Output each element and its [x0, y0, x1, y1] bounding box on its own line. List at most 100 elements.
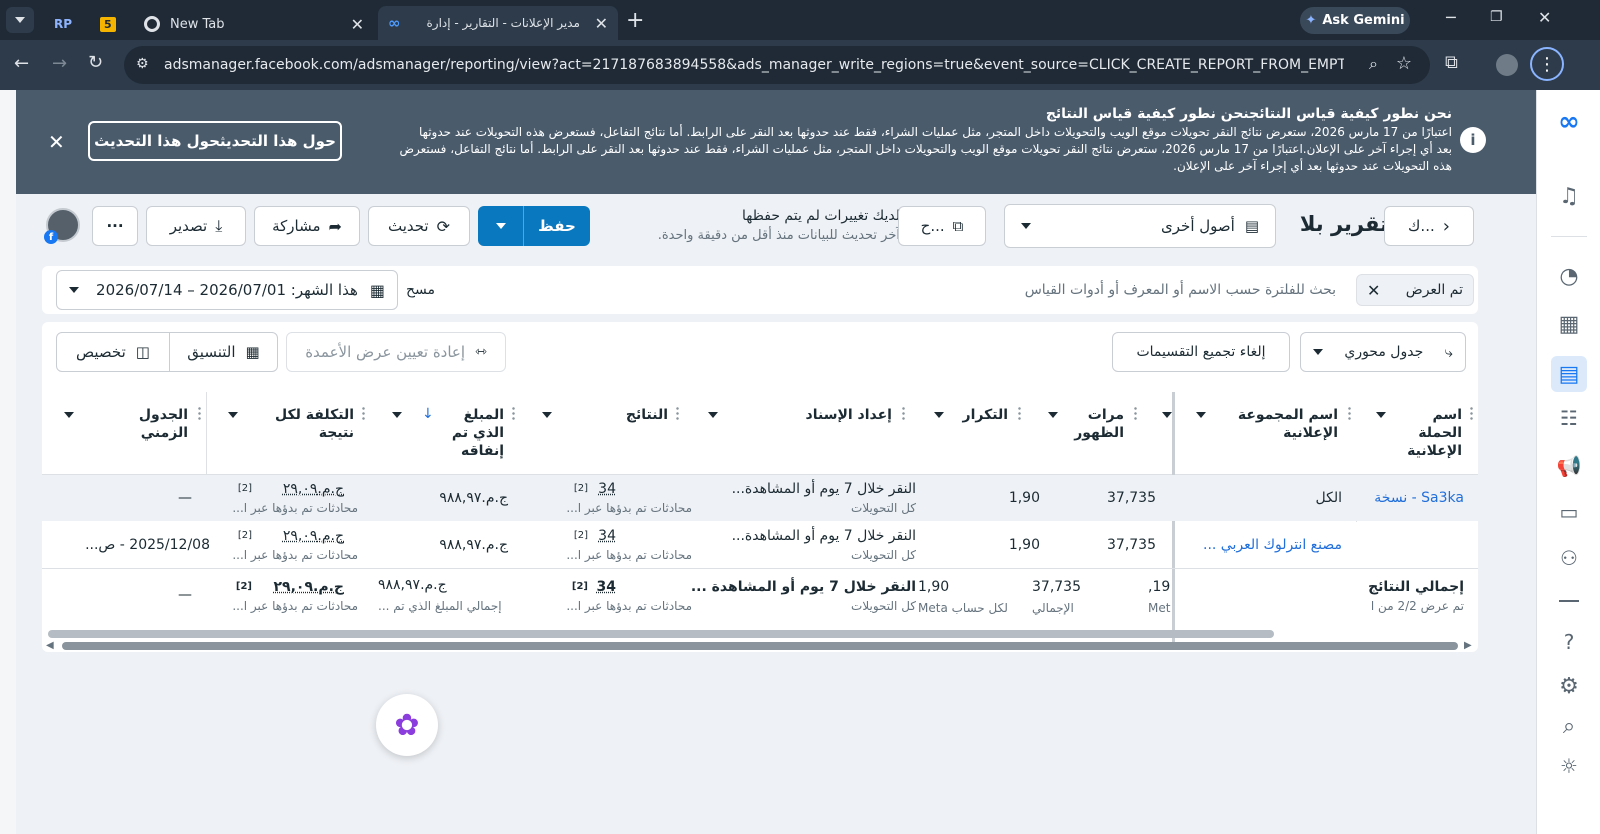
filter-chip-delivered[interactable]: ✕ تم العرض: [1356, 274, 1474, 306]
back-to-reports-button[interactable]: ك... ›: [1384, 206, 1474, 246]
column-header-results[interactable]: النتائج: [602, 406, 668, 424]
date-range-picker[interactable]: هذا الشهر: 2026/07/01 – 2026/07/14 ▦: [56, 270, 398, 310]
menu-kebab-icon[interactable]: ⋮: [1530, 47, 1564, 81]
column-header-campaign-name[interactable]: اسم الحملة الإعلانية: [1404, 406, 1462, 460]
more-button[interactable]: ···: [92, 206, 138, 246]
results-value[interactable]: 34: [598, 528, 616, 544]
tab-rp[interactable]: RP: [44, 8, 82, 40]
ask-gemini-button[interactable]: ✦ Ask Gemini: [1300, 7, 1410, 34]
pivot-table-dropdown[interactable]: جدول محوري ⤷: [1300, 332, 1466, 372]
url-bar[interactable]: ⚙ adsmanager.facebook.com/adsmanager/rep…: [124, 46, 1430, 84]
column-resize-handle[interactable]: [676, 406, 679, 422]
customize-button[interactable]: تخصيص ◫: [56, 332, 170, 372]
column-resize-handle[interactable]: [1134, 406, 1137, 422]
column-header-frequency[interactable]: التكرار: [952, 406, 1008, 424]
minimize-icon[interactable]: ─: [1446, 8, 1456, 27]
report-title[interactable]: تقرير بلا: [1278, 212, 1388, 236]
about-update-button[interactable]: حول هذا التحديثحول هذا التحديث: [88, 121, 342, 161]
reports-icon[interactable]: ▤: [1551, 356, 1587, 392]
close-icon[interactable]: ✕: [351, 15, 364, 34]
cost-per-result-total[interactable]: ج.م.٢٩,٠٩: [274, 579, 345, 595]
tab-search-button[interactable]: [6, 7, 34, 33]
column-resize-handle[interactable]: [1470, 406, 1473, 422]
column-resize-handle[interactable]: [902, 406, 905, 422]
cost-per-result-value[interactable]: ج.م.٢٩,٠٩: [283, 481, 344, 497]
table-row[interactable]: Sa3ka - نسخة الكل 37,735 1,90 النقر خلال…: [42, 475, 1478, 521]
horizontal-scrollbar-lower[interactable]: [62, 642, 1458, 650]
column-resize-handle[interactable]: [362, 406, 365, 422]
tab-ads-manager[interactable]: ∞ مدير الإعلانات - التقارير - إدارة ✕: [378, 6, 618, 40]
chevron-down-icon[interactable]: [1048, 412, 1058, 418]
close-icon[interactable]: ✕: [595, 14, 608, 33]
other-assets-dropdown[interactable]: أصول أخرى ▤: [1004, 204, 1276, 248]
column-resize-handle[interactable]: [198, 406, 201, 422]
close-icon[interactable]: ✕: [1367, 281, 1380, 300]
export-button[interactable]: تصدير ⤓: [146, 206, 246, 246]
chevron-down-icon[interactable]: [1376, 412, 1386, 418]
bell-icon[interactable]: ♫: [1555, 182, 1583, 210]
reload-icon[interactable]: ↻: [88, 52, 103, 73]
bug-report-icon[interactable]: ☼: [1555, 752, 1583, 780]
ungroup-breakdowns-button[interactable]: إلغاء تجميع التقسيمات: [1112, 332, 1290, 372]
chevron-down-icon[interactable]: [934, 412, 944, 418]
campaign-name-link[interactable]: Sa3ka - نسخة: [1374, 490, 1464, 506]
share-button[interactable]: مشاركة ➦: [254, 206, 360, 246]
chevron-down-icon[interactable]: [228, 412, 238, 418]
billing-card-icon[interactable]: ▭: [1555, 498, 1583, 526]
scroll-right-icon[interactable]: ▶: [1464, 640, 1472, 651]
help-question-icon[interactable]: ?: [1555, 628, 1583, 656]
forward-arrow-icon[interactable]: →: [52, 53, 67, 74]
site-info-icon[interactable]: ⚙: [136, 56, 149, 72]
column-resize-handle[interactable]: [512, 406, 515, 422]
tab-new-tab[interactable]: New Tab ✕: [134, 8, 374, 40]
sort-descending-icon[interactable]: ↓: [422, 406, 434, 422]
megaphone-icon[interactable]: 📢: [1555, 452, 1583, 480]
horizontal-scrollbar-upper[interactable]: [48, 630, 1274, 638]
chevron-down-icon[interactable]: [392, 412, 402, 418]
copy-button[interactable]: ح... ⧉: [898, 206, 986, 246]
chevron-down-icon[interactable]: [1196, 412, 1206, 418]
chevron-down-icon[interactable]: [1162, 412, 1172, 418]
meta-logo-icon[interactable]: ∞: [1555, 107, 1583, 137]
reset-column-widths-button[interactable]: إعادة تعيين عرض الأعمدة ⇿: [286, 332, 506, 372]
column-header-adset-name[interactable]: اسم المجموعة الإعلانية: [1228, 406, 1338, 442]
audiences-icon[interactable]: ☷: [1555, 404, 1583, 432]
adset-name-link[interactable]: مصنع انترلوك العربي ...: [1203, 537, 1342, 553]
new-tab-plus-icon[interactable]: +: [626, 8, 644, 33]
column-header-timeline[interactable]: الجدول الزمني: [92, 406, 188, 442]
zoom-search-icon[interactable]: ⌕: [1369, 54, 1378, 74]
search-icon[interactable]: ⌕: [1555, 712, 1583, 740]
save-dropdown-button[interactable]: [478, 206, 524, 246]
scroll-left-icon[interactable]: ◀: [46, 640, 54, 651]
refresh-button[interactable]: تحديث ⟳: [368, 206, 470, 246]
assistant-bubble-button[interactable]: ✿: [376, 694, 438, 756]
dashboard-gauge-icon[interactable]: ◔: [1555, 262, 1583, 290]
maximize-icon[interactable]: ❐: [1490, 9, 1503, 25]
table-row[interactable]: مصنع انترلوك العربي ... 37,735 1,90 النق…: [42, 522, 1478, 568]
events-network-icon[interactable]: ⚇: [1555, 544, 1583, 572]
column-header-cost-per-result[interactable]: التكلفة لكل نتيجة: [250, 406, 354, 442]
chevron-down-icon[interactable]: [542, 412, 552, 418]
chevron-down-icon[interactable]: [708, 412, 718, 418]
window-close-icon[interactable]: ✕: [1538, 8, 1551, 27]
chevron-down-icon[interactable]: [64, 412, 74, 418]
search-input[interactable]: بحث للفلترة حسب الاسم أو المعرف أو أدوات…: [1002, 282, 1336, 298]
format-button[interactable]: التنسيق ▦: [170, 332, 278, 372]
gear-icon[interactable]: ⧉: [1445, 52, 1458, 73]
save-button[interactable]: حفظ: [524, 206, 590, 246]
close-icon[interactable]: ✕: [48, 130, 65, 154]
avatar[interactable]: [1496, 54, 1518, 76]
column-resize-handle[interactable]: [1348, 406, 1351, 422]
column-header-amount-spent[interactable]: المبلغ الذي تم إنفاقه: [442, 406, 504, 460]
clear-filters-button[interactable]: مسح: [406, 282, 435, 298]
column-header-impressions[interactable]: مرات الظهور: [1072, 406, 1124, 442]
results-total[interactable]: 34: [597, 579, 616, 595]
results-value[interactable]: 34: [598, 481, 616, 497]
tab-5[interactable]: 5: [90, 8, 126, 40]
table-grid-icon[interactable]: ▦: [1555, 310, 1583, 338]
column-header-attribution[interactable]: إعداد الإسناد: [762, 406, 892, 424]
column-resize-handle[interactable]: [1018, 406, 1021, 422]
bookmark-star-icon[interactable]: ☆: [1396, 53, 1412, 74]
back-arrow-icon[interactable]: ←: [14, 53, 29, 74]
cost-per-result-value[interactable]: ج.م.٢٩,٠٩: [283, 528, 344, 544]
